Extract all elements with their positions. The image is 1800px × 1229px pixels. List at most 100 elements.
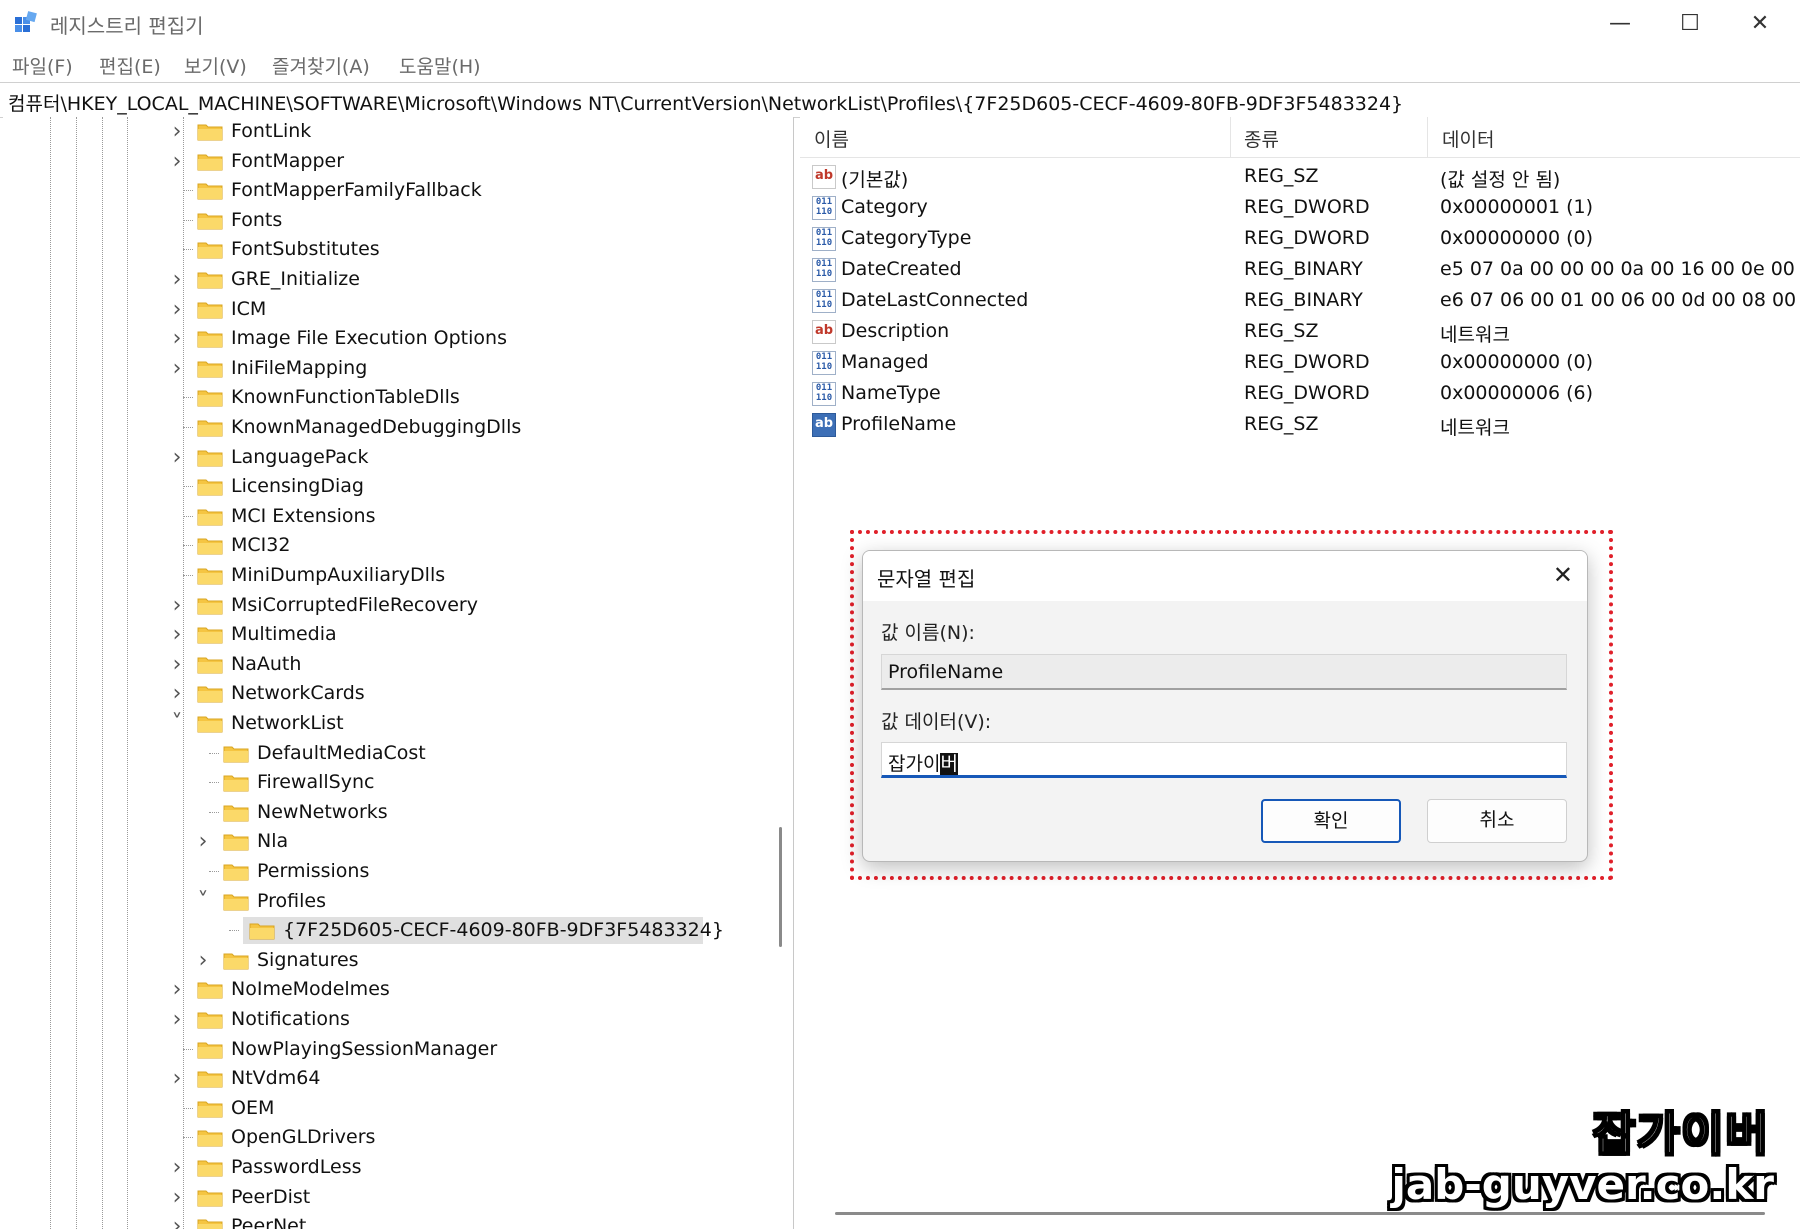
- string-value-icon: ab: [812, 320, 836, 344]
- column-header-name[interactable]: 이름: [814, 125, 849, 152]
- column-header-data[interactable]: 데이터: [1442, 125, 1494, 152]
- registry-value-row[interactable]: 011 110 DateLastConnected REG_BINARY e6 07 0…: [800, 285, 1800, 316]
- tree-item[interactable]: Fonts: [3, 206, 763, 235]
- folder-icon: [197, 361, 223, 378]
- tree-item[interactable]: OpenGLDrivers: [3, 1123, 763, 1152]
- tree-item-label: NewNetworks: [257, 800, 388, 823]
- registry-value-row[interactable]: 011 110 Category REG_DWORD 0x00000001 (1): [800, 192, 1800, 223]
- registry-value-row[interactable]: 011 110 Managed REG_DWORD 0x00000000 (0): [800, 347, 1800, 378]
- chevron-right-icon[interactable]: ›: [169, 1064, 185, 1093]
- registry-value-row[interactable]: ab ProfileName REG_SZ 네트워크: [800, 409, 1800, 440]
- tree-item[interactable]: › ICM: [3, 295, 763, 324]
- cancel-button[interactable]: 취소: [1427, 799, 1567, 843]
- menu-favorites[interactable]: 즐겨찾기(A): [272, 52, 370, 79]
- tree-item-label: FontSubstitutes: [231, 238, 380, 261]
- tree-item[interactable]: ˅ Profiles: [3, 887, 763, 916]
- tree-item[interactable]: › Image File Execution Options: [3, 324, 763, 353]
- chevron-right-icon[interactable]: ›: [169, 295, 185, 324]
- chevron-right-icon[interactable]: ›: [195, 946, 211, 975]
- chevron-down-icon[interactable]: ˅: [169, 709, 185, 738]
- tree-item[interactable]: › Notifications: [3, 1005, 763, 1034]
- tree-item[interactable]: › NoImeModelmes: [3, 975, 763, 1004]
- tree-item[interactable]: › PeerDist: [3, 1183, 763, 1212]
- tree-item[interactable]: › Signatures: [3, 946, 763, 975]
- chevron-right-icon[interactable]: ›: [169, 1153, 185, 1182]
- tree-item[interactable]: › Multimedia: [3, 620, 763, 649]
- menu-view[interactable]: 보기(V): [184, 52, 247, 79]
- minimize-button[interactable]: —: [1585, 0, 1655, 46]
- chevron-right-icon[interactable]: ›: [169, 1212, 185, 1229]
- chevron-right-icon[interactable]: ›: [169, 354, 185, 383]
- tree-item[interactable]: NewNetworks: [3, 798, 763, 827]
- ok-button[interactable]: 확인: [1261, 799, 1401, 843]
- chevron-right-icon[interactable]: ›: [195, 827, 211, 856]
- tree-item[interactable]: KnownManagedDebuggingDlls: [3, 413, 763, 442]
- tree-item[interactable]: › Nla: [3, 827, 763, 856]
- column-separator[interactable]: [1230, 117, 1231, 157]
- column-separator[interactable]: [1427, 117, 1428, 157]
- menu-help[interactable]: 도움말(H): [399, 52, 481, 79]
- chevron-right-icon[interactable]: ›: [169, 1183, 185, 1212]
- value-name-field[interactable]: ProfileName: [881, 654, 1567, 690]
- address-path[interactable]: 컴퓨터\HKEY_LOCAL_MACHINE\SOFTWARE\Microsof…: [8, 89, 1403, 116]
- folder-icon: [197, 686, 223, 703]
- tree-item[interactable]: FontSubstitutes: [3, 235, 763, 264]
- tree-item[interactable]: › PeerNet: [3, 1212, 763, 1229]
- close-window-button[interactable]: ✕: [1725, 0, 1795, 46]
- chevron-right-icon[interactable]: ›: [169, 650, 185, 679]
- chevron-right-icon[interactable]: ›: [169, 975, 185, 1004]
- chevron-right-icon[interactable]: ›: [169, 591, 185, 620]
- tree-item[interactable]: KnownFunctionTableDlls: [3, 383, 763, 412]
- chevron-right-icon[interactable]: ›: [169, 1005, 185, 1034]
- address-bar[interactable]: 컴퓨터\HKEY_LOCAL_MACHINE\SOFTWARE\Microsof…: [0, 82, 1800, 118]
- registry-value-row[interactable]: ab Description REG_SZ 네트워크: [800, 316, 1800, 347]
- tree-item[interactable]: › NaAuth: [3, 650, 763, 679]
- registry-value-row[interactable]: 011 110 NameType REG_DWORD 0x00000006 (6): [800, 378, 1800, 409]
- chevron-right-icon[interactable]: ›: [169, 443, 185, 472]
- chevron-right-icon[interactable]: ›: [169, 117, 185, 146]
- tree-item[interactable]: MiniDumpAuxiliaryDlls: [3, 561, 763, 590]
- chevron-right-icon[interactable]: ›: [169, 265, 185, 294]
- tree-item[interactable]: › LanguagePack: [3, 443, 763, 472]
- chevron-right-icon[interactable]: ›: [169, 679, 185, 708]
- registry-value-row[interactable]: 011 110 DateCreated REG_BINARY e5 07 0a 00 0…: [800, 254, 1800, 285]
- tree-item[interactable]: › FontMapper: [3, 147, 763, 176]
- list-horizontal-scrollbar[interactable]: [835, 1212, 1765, 1215]
- tree-item[interactable]: › NtVdm64: [3, 1064, 763, 1093]
- tree-item[interactable]: ˅ NetworkList: [3, 709, 763, 738]
- tree-item[interactable]: Permissions: [3, 857, 763, 886]
- registry-tree-pane[interactable]: › FontLink › FontMapper FontMapperFamilyFall…: [3, 117, 794, 1229]
- tree-item[interactable]: MCI32: [3, 531, 763, 560]
- value-data-input[interactable]: 잡가이버: [881, 742, 1567, 778]
- value-name-cell: (기본값): [841, 169, 909, 191]
- tree-item[interactable]: › FontLink: [3, 117, 763, 146]
- tree-item[interactable]: MCI Extensions: [3, 502, 763, 531]
- tree-item[interactable]: {7F25D605-CECF-4609-80FB-9DF3F5483324}: [3, 916, 763, 945]
- tree-item[interactable]: OEM: [3, 1094, 763, 1123]
- column-header-type[interactable]: 종류: [1244, 125, 1279, 152]
- menu-edit[interactable]: 편집(E): [99, 52, 161, 79]
- tree-item[interactable]: DefaultMediaCost: [3, 739, 763, 768]
- tree-connector-line: [183, 190, 193, 192]
- maximize-button[interactable]: ☐: [1655, 0, 1725, 46]
- tree-item[interactable]: › PasswordLess: [3, 1153, 763, 1182]
- menu-file[interactable]: 파일(F): [12, 52, 73, 79]
- registry-value-row[interactable]: ab (기본값) REG_SZ (값 설정 안 됨): [800, 161, 1800, 192]
- tree-item[interactable]: FontMapperFamilyFallback: [3, 176, 763, 205]
- tree-item[interactable]: › GRE_Initialize: [3, 265, 763, 294]
- dialog-close-icon[interactable]: ✕: [1553, 561, 1573, 589]
- tree-item-label: NaAuth: [231, 652, 302, 675]
- tree-item[interactable]: › IniFileMapping: [3, 354, 763, 383]
- chevron-right-icon[interactable]: ›: [169, 147, 185, 176]
- registry-value-row[interactable]: 011 110 CategoryType REG_DWORD 0x00000000 (0…: [800, 223, 1800, 254]
- tree-item[interactable]: LicensingDiag: [3, 472, 763, 501]
- chevron-right-icon[interactable]: ›: [169, 324, 185, 353]
- value-type-cell: REG_DWORD: [1244, 196, 1370, 218]
- chevron-right-icon[interactable]: ›: [169, 620, 185, 649]
- tree-scrollbar[interactable]: [779, 827, 782, 947]
- tree-item[interactable]: NowPlayingSessionManager: [3, 1035, 763, 1064]
- tree-item[interactable]: › NetworkCards: [3, 679, 763, 708]
- tree-item[interactable]: › MsiCorruptedFileRecovery: [3, 591, 763, 620]
- chevron-down-icon[interactable]: ˅: [195, 887, 211, 916]
- tree-item[interactable]: FirewallSync: [3, 768, 763, 797]
